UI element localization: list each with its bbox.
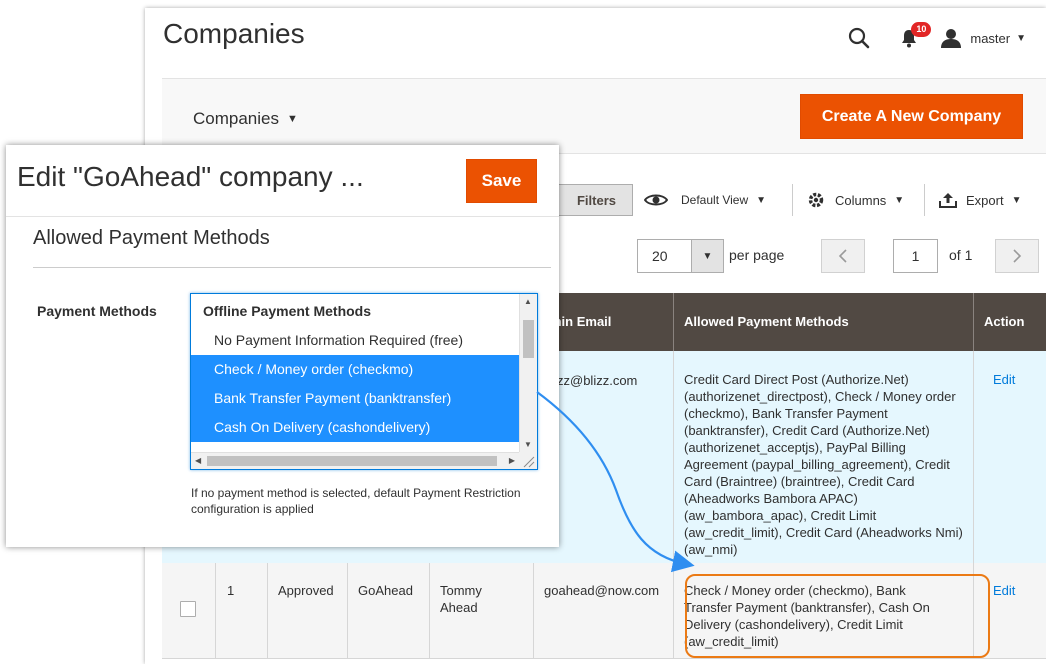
option-free[interactable]: No Payment Information Required (free) [191, 326, 519, 355]
multiselect-options: Offline Payment Methods No Payment Infor… [191, 294, 519, 452]
export-icon [939, 193, 957, 208]
eye-icon [644, 194, 668, 206]
search-icon [849, 27, 870, 49]
notifications-button[interactable]: 10 [889, 18, 932, 58]
table-row: 1 Approved GoAhead Tommy Ahead goahead@n… [162, 563, 1046, 659]
user-menu[interactable]: master ▼ [941, 28, 1026, 48]
scroll-right-icon[interactable]: ▶ [509, 456, 515, 465]
option-group-label: Offline Payment Methods [203, 303, 372, 319]
scroll-up-icon[interactable]: ▲ [524, 297, 532, 306]
per-page-value: 20 [652, 248, 668, 264]
row-email: goahead@now.com [544, 583, 660, 598]
column-header-admin-email[interactable]: min Email [544, 293, 673, 351]
vertical-scrollbar[interactable]: ▲ ▼ [519, 294, 537, 452]
chevron-down-icon: ▼ [287, 113, 298, 125]
toolbar-divider [792, 184, 793, 216]
scrollbar-thumb[interactable] [207, 456, 497, 466]
payment-methods-multiselect[interactable]: Offline Payment Methods No Payment Infor… [190, 293, 538, 470]
column-divider [347, 563, 348, 658]
section-title: Allowed Payment Methods [33, 227, 270, 249]
gear-icon [808, 192, 824, 208]
chevron-down-icon: ▼ [894, 194, 905, 206]
search-button[interactable] [839, 18, 879, 58]
companies-switcher[interactable]: Companies ▼ [193, 109, 298, 129]
scroll-left-icon[interactable]: ◀ [195, 456, 201, 465]
column-divider [533, 563, 534, 658]
payment-methods-note: If no payment method is selected, defaul… [191, 486, 521, 516]
per-page-label: per page [729, 247, 785, 263]
row-select-checkbox[interactable] [180, 601, 196, 617]
resize-handle[interactable] [519, 452, 537, 469]
columns-button[interactable]: Columns ▼ [807, 186, 904, 214]
resize-grip-icon [523, 456, 535, 468]
notification-count-badge: 10 [911, 22, 932, 37]
column-divider [429, 563, 430, 658]
page-count-label: of 1 [949, 247, 973, 263]
payment-methods-label: Payment Methods [37, 303, 157, 319]
column-divider [267, 563, 268, 658]
row-edit-link[interactable]: Edit [993, 582, 1015, 599]
chevron-down-icon: ▼ [1011, 194, 1022, 206]
row-allowed-payment-methods: Credit Card Direct Post (Authorize.Net) … [684, 372, 963, 557]
header-actions: 10 master ▼ [839, 18, 1026, 58]
create-company-button[interactable]: Create A New Company [800, 94, 1023, 139]
horizontal-scrollbar[interactable]: ◀ ▶ [191, 452, 519, 469]
filters-button[interactable]: Filters [547, 184, 633, 216]
column-divider [973, 351, 974, 563]
page-number-input[interactable]: 1 [893, 239, 938, 273]
row-email: blizz@blizz.com [544, 373, 638, 388]
per-page-select[interactable]: 20 ▼ [637, 239, 724, 273]
next-page-button[interactable] [995, 239, 1039, 273]
row-id: 1 [227, 583, 235, 598]
export-label: Export [966, 192, 1004, 208]
column-divider [215, 563, 216, 658]
option-cashondelivery[interactable]: Cash On Delivery (cashondelivery) [191, 413, 519, 442]
column-header-allowed-payment-methods[interactable]: Allowed Payment Methods [673, 293, 973, 351]
previous-page-button[interactable] [821, 239, 865, 273]
page-actions-bar: Companies ▼ Create A New Company [162, 78, 1046, 154]
column-divider [673, 563, 674, 658]
option-checkmo[interactable]: Check / Money order (checkmo) [191, 355, 519, 384]
row-company-admin: Tommy Ahead [440, 583, 482, 615]
chevron-down-icon: ▼ [756, 194, 767, 206]
option-banktransfer[interactable]: Bank Transfer Payment (banktransfer) [191, 384, 519, 413]
section-divider [33, 267, 551, 268]
page-title: Companies [163, 18, 305, 49]
export-button[interactable]: Export ▼ [939, 186, 1021, 214]
modal-title: Edit "GoAhead" company ... [17, 161, 364, 192]
scrollbar-thumb[interactable] [523, 320, 534, 358]
user-icon [941, 29, 962, 48]
scroll-down-icon[interactable]: ▼ [524, 440, 532, 449]
switcher-label: Companies [193, 109, 279, 128]
highlight-outline [685, 574, 990, 658]
column-header-action: Action [973, 293, 1046, 351]
row-edit-link[interactable]: Edit [993, 371, 1015, 388]
chevron-down-icon: ▼ [1016, 32, 1026, 44]
user-name: master [970, 30, 1011, 46]
toolbar-divider [924, 184, 925, 216]
chevron-left-icon [838, 249, 847, 263]
modal-header: Edit "GoAhead" company ... Save [6, 145, 559, 217]
column-divider [673, 351, 674, 563]
row-company-name: GoAhead [358, 583, 413, 598]
chevron-down-icon[interactable]: ▼ [691, 240, 723, 272]
columns-label: Columns [835, 192, 887, 208]
view-label: Default View [681, 193, 749, 207]
row-status: Approved [278, 583, 334, 598]
view-switcher[interactable]: Default View ▼ [644, 186, 766, 214]
edit-company-modal: Edit "GoAhead" company ... Save Allowed … [6, 145, 559, 547]
save-button[interactable]: Save [466, 159, 537, 203]
chevron-right-icon [1013, 249, 1022, 263]
